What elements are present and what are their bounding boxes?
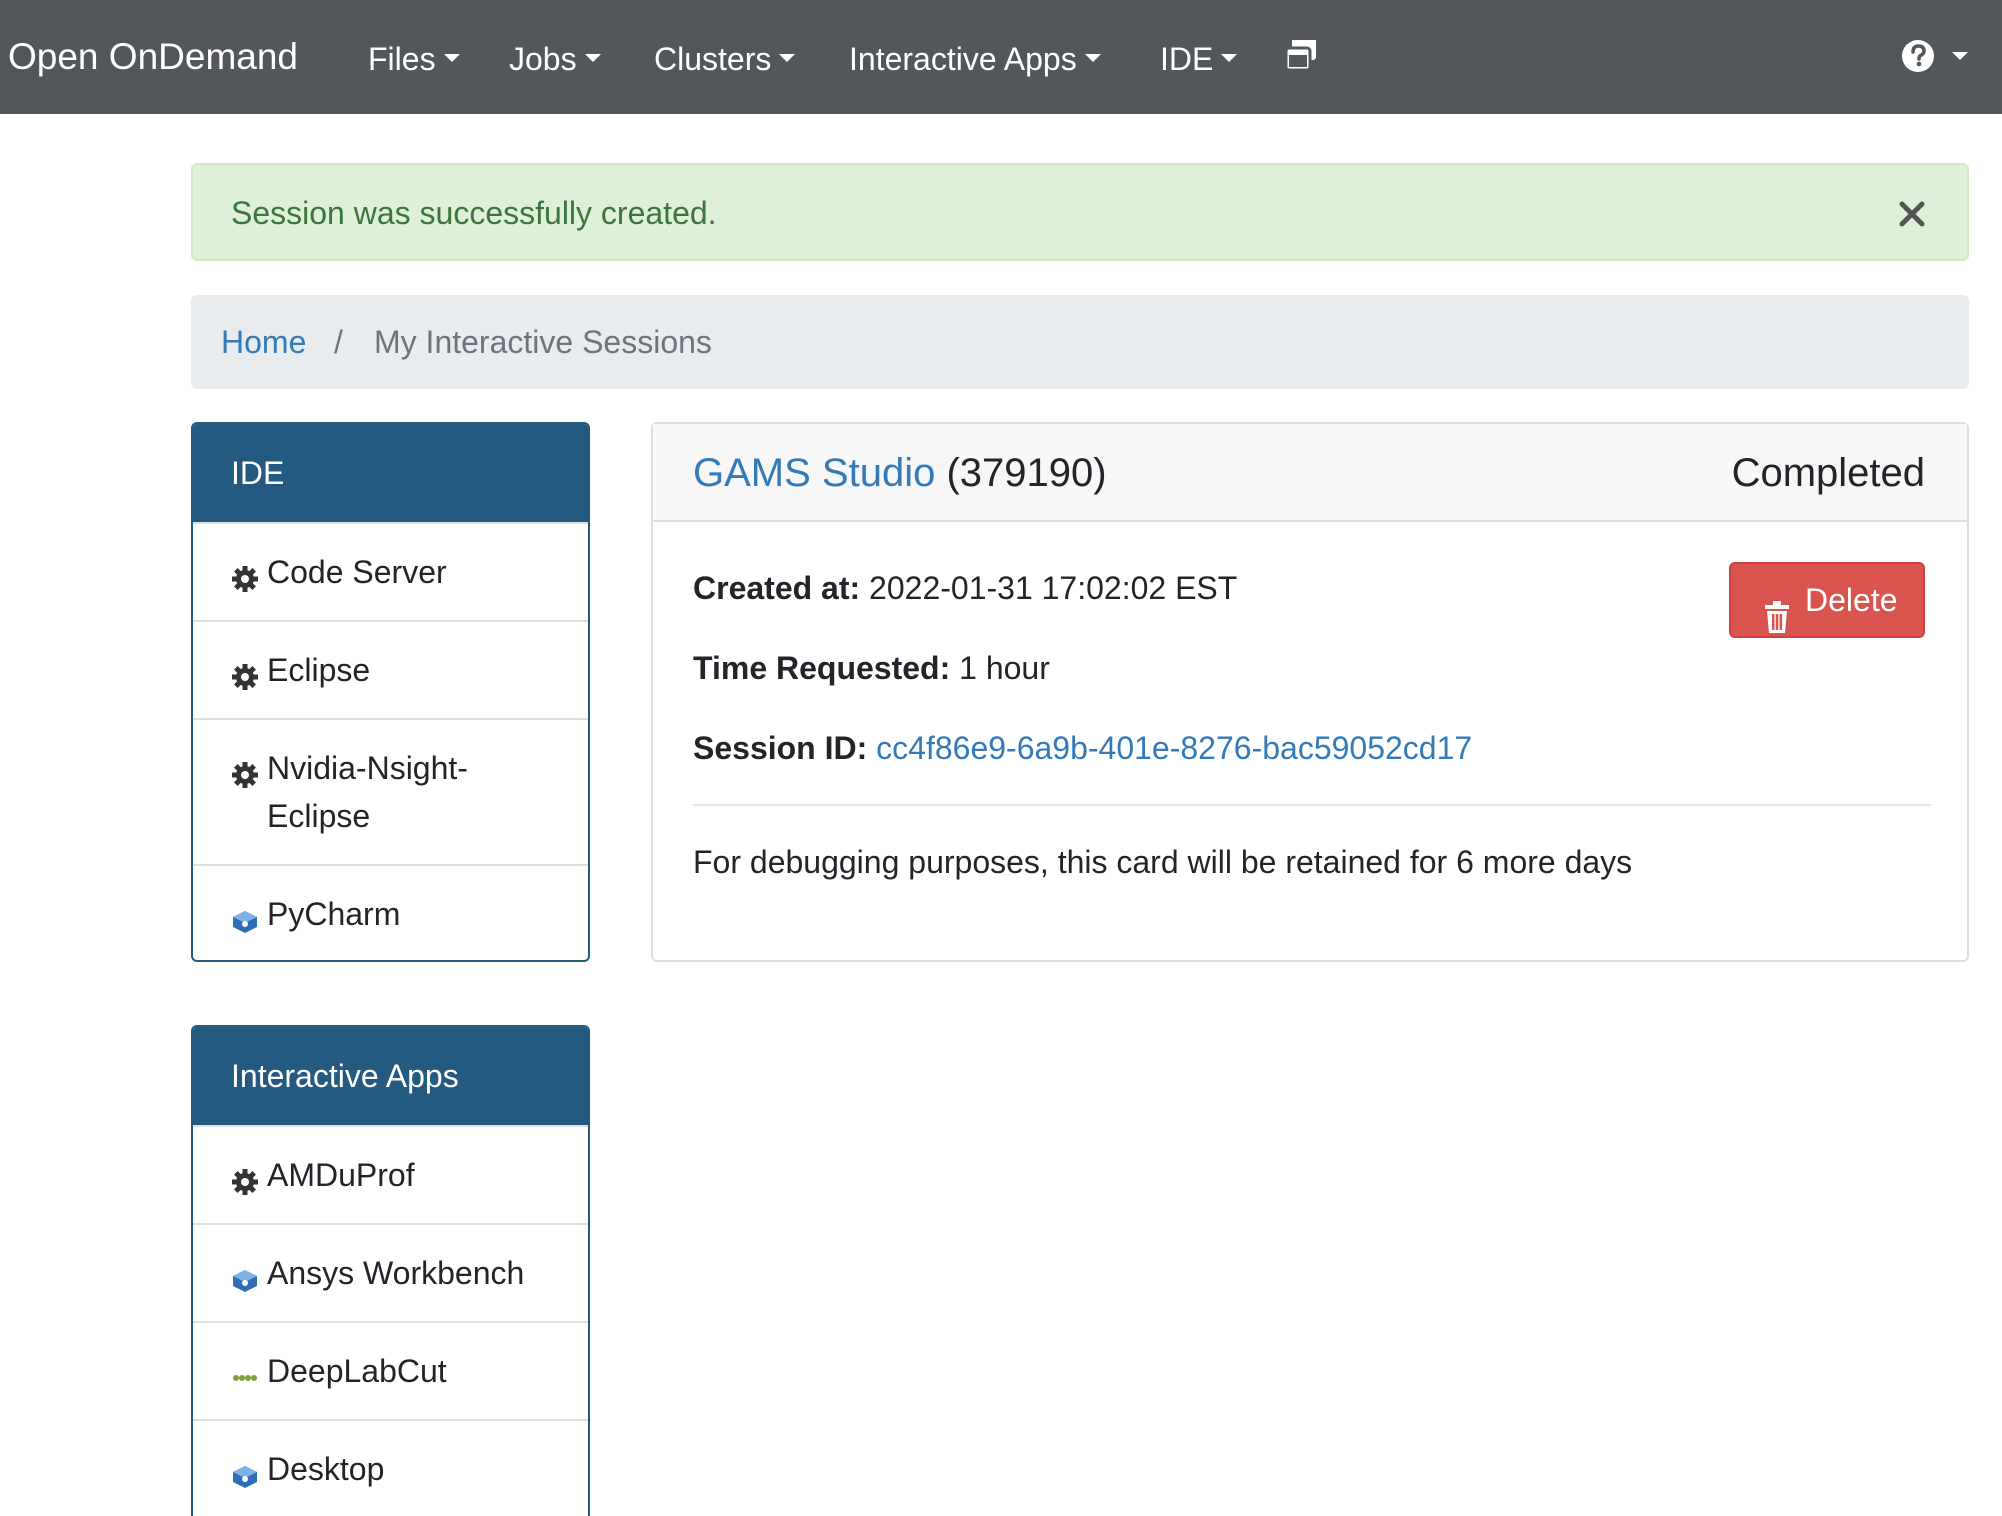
session-id-label: Session ID: (693, 730, 868, 766)
sidebar-item-amduprof[interactable]: AMDuProf (193, 1125, 588, 1223)
caret-down-icon (584, 53, 601, 62)
gear-icon (231, 1161, 259, 1195)
caret-down-icon (443, 53, 460, 62)
sidebar-item-desktop[interactable]: Desktop (193, 1419, 588, 1516)
session-id-row: Session ID: cc4f86e9-6a9b-401e-8276-bac5… (693, 728, 1472, 768)
nav-menu-interactive-apps[interactable]: Interactive Apps (849, 38, 1101, 80)
created-at-row: Created at: 2022-01-31 17:02:02 EST (693, 568, 1237, 608)
app-logo-icon (231, 900, 259, 933)
sidebar-item-label: Nvidia-Nsight-Eclipse (267, 750, 468, 834)
nav-menu-files-label: Files (368, 41, 436, 77)
created-at-value: 2022-01-31 17:02:02 EST (869, 570, 1238, 606)
sidebar-item-label: Ansys Workbench (267, 1255, 525, 1291)
sidebar-item-pycharm[interactable]: PyCharm (193, 864, 588, 960)
nav-menu-jobs-label: Jobs (509, 41, 577, 77)
help-icon (1902, 40, 1968, 72)
alert-message: Session was successfully created. (231, 195, 717, 231)
created-at-label: Created at: (693, 570, 861, 606)
caret-down-icon (779, 53, 796, 62)
gear-icon (231, 754, 259, 788)
sidebar-item-ansys-workbench[interactable]: Ansys Workbench (193, 1223, 588, 1321)
trash-icon (1763, 586, 1791, 658)
session-card-header: GAMS Studio (379190) Completed (653, 424, 1967, 522)
sidebar-item-label: AMDuProf (267, 1157, 415, 1193)
caret-down-icon (1221, 53, 1238, 62)
divider (693, 804, 1931, 806)
app-logo-icon (231, 1455, 259, 1488)
sidebar-panel-interactive-apps: Interactive Apps AMDuProf Ansys Workbenc… (191, 1025, 590, 1516)
nav-menu-ide-label: IDE (1160, 41, 1214, 77)
session-app-link[interactable]: GAMS Studio (693, 451, 935, 495)
session-job-id: (379190) (946, 451, 1107, 495)
close-icon[interactable] (1897, 199, 1927, 229)
breadcrumb-current: My Interactive Sessions (374, 324, 712, 360)
session-title: GAMS Studio (379190) (693, 450, 1107, 496)
nav-menu-clusters-label: Clusters (654, 41, 772, 77)
caret-down-icon (1084, 53, 1101, 62)
ocis-logo-icon (231, 1357, 259, 1385)
sidebar-item-label: Desktop (267, 1451, 385, 1487)
sidebar-item-eclipse[interactable]: Eclipse (193, 620, 588, 718)
retention-note: For debugging purposes, this card will b… (693, 844, 1633, 880)
delete-button-label: Delete (1805, 582, 1898, 618)
panel-header-interactive-apps: Interactive Apps (193, 1027, 588, 1125)
nav-menu-ide[interactable]: IDE (1160, 38, 1238, 80)
breadcrumb: Home / My Interactive Sessions (191, 295, 1969, 389)
help-menu[interactable] (1902, 38, 1972, 79)
time-requested-value: 1 hour (959, 650, 1050, 686)
sidebar-panel-ide: IDE Code Server Eclipse Nvidia-Nsight-Ec… (191, 422, 590, 962)
time-requested-row: Time Requested: 1 hour (693, 648, 1050, 688)
breadcrumb-separator: / (334, 324, 343, 360)
nav-menu-jobs[interactable]: Jobs (509, 38, 601, 80)
nav-menu-interactive-apps-label: Interactive Apps (849, 41, 1077, 77)
success-alert: Session was successfully created. (191, 163, 1969, 261)
session-card: GAMS Studio (379190) Completed Created a… (651, 422, 1969, 962)
sidebar-item-label: Code Server (267, 554, 447, 590)
gear-icon (231, 656, 259, 690)
app-logo-icon (231, 1259, 259, 1292)
panel-header-ide: IDE (193, 424, 588, 522)
nav-menu-files[interactable]: Files (368, 38, 460, 80)
time-requested-label: Time Requested: (693, 650, 951, 686)
sidebar-item-label: DeepLabCut (267, 1353, 447, 1389)
nav-menu-clusters[interactable]: Clusters (654, 38, 796, 80)
sidebar-item-label: Eclipse (267, 652, 371, 688)
session-id-link[interactable]: cc4f86e9-6a9b-401e-8276-bac59052cd17 (876, 730, 1472, 766)
windows-icon[interactable] (1284, 38, 1318, 77)
sidebar-item-deeplabcut[interactable]: DeepLabCut (193, 1321, 588, 1419)
brand-link[interactable]: Open OnDemand (8, 34, 298, 80)
sidebar-item-label: PyCharm (267, 896, 401, 932)
top-navbar: Open OnDemand Files Jobs Clusters Intera… (0, 0, 2002, 114)
session-status: Completed (1731, 451, 1925, 495)
sidebar-item-nvidia-nsight-eclipse[interactable]: Nvidia-Nsight-Eclipse (193, 718, 588, 864)
gear-icon (231, 558, 259, 592)
breadcrumb-home-link[interactable]: Home (221, 322, 306, 362)
delete-button[interactable]: Delete (1729, 562, 1925, 638)
sidebar-item-code-server[interactable]: Code Server (193, 522, 588, 620)
